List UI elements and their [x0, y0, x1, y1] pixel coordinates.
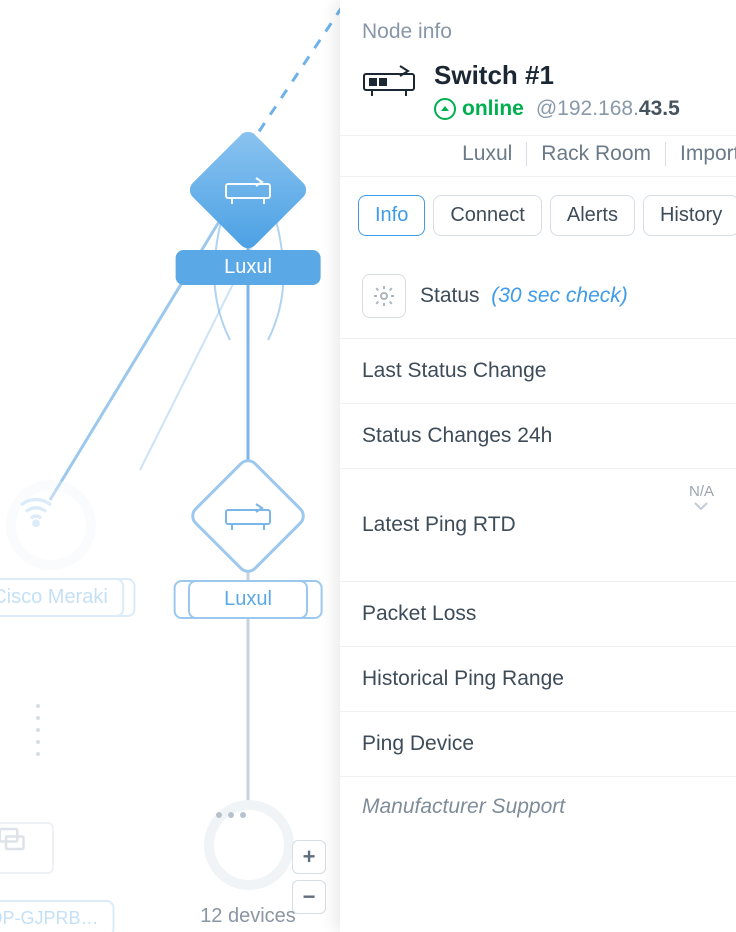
row-latest-rtd[interactable]: Latest Ping RTD N/A — [340, 469, 736, 582]
node-switch2-brand: Luxul — [188, 580, 308, 619]
row-changes-24h-label: Status Changes 24h — [362, 424, 552, 448]
node-client-icon[interactable] — [0, 822, 54, 874]
row-ping-device[interactable]: Ping Device — [340, 712, 736, 777]
node-more-devices[interactable] — [204, 800, 294, 890]
row-packet-loss-label: Packet Loss — [362, 602, 476, 626]
node-client-name: DP-GJPRB… — [0, 900, 115, 932]
row-latest-rtd-label: Latest Ping RTD — [362, 513, 516, 537]
breadcrumb: Luxul Rack Room Important — [340, 135, 736, 177]
row-last-change-label: Last Status Change — [362, 359, 546, 383]
row-packet-loss[interactable]: Packet Loss — [340, 582, 736, 647]
row-status[interactable]: Status (30 sec check) — [340, 254, 736, 339]
tab-info[interactable]: Info — [358, 195, 425, 236]
device-title: Switch #1 — [434, 60, 680, 91]
node-ap-circle[interactable] — [6, 480, 96, 570]
node-ap-brand: Cisco Meraki — [0, 578, 124, 617]
tab-history[interactable]: History — [643, 195, 736, 236]
crumb-tag[interactable]: Important — [666, 142, 736, 166]
row-changes-24h[interactable]: Status Changes 24h — [340, 404, 736, 469]
crumb-location[interactable]: Rack Room — [527, 142, 666, 166]
panel-section-title: Node info — [340, 0, 736, 56]
gear-icon[interactable] — [362, 274, 406, 318]
row-hist-range[interactable]: Historical Ping Range — [340, 647, 736, 712]
row-ping-device-label: Ping Device — [362, 732, 474, 756]
device-ip: @192.168.43.5 — [536, 97, 680, 121]
rtd-na: N/A — [689, 483, 714, 510]
switch-icon — [362, 60, 416, 102]
zoom-in-button[interactable]: + — [292, 840, 326, 874]
status-up-icon — [434, 98, 456, 120]
tab-alerts[interactable]: Alerts — [550, 195, 635, 236]
zoom-out-button[interactable]: − — [292, 880, 326, 914]
tab-connect[interactable]: Connect — [433, 195, 542, 236]
tabs: Info Connect Alerts History Events — [340, 177, 736, 254]
row-status-hint: (30 sec check) — [491, 284, 628, 307]
row-hist-range-label: Historical Ping Range — [362, 667, 564, 691]
node-info-panel: Node info Switch #1 online @192.168.43.5 — [340, 0, 736, 932]
row-status-label: Status — [420, 284, 480, 307]
node-switch1-brand: Luxul — [188, 250, 308, 285]
manufacturer-support: Manufacturer Support — [340, 777, 736, 837]
status-text: online — [462, 97, 524, 121]
status-badge: online — [434, 97, 524, 121]
row-last-change[interactable]: Last Status Change — [340, 339, 736, 404]
crumb-brand[interactable]: Luxul — [448, 142, 527, 166]
node-ap-children-hint — [36, 704, 40, 756]
more-devices-count: 12 devices — [200, 905, 296, 928]
chevron-down-icon — [694, 502, 708, 510]
